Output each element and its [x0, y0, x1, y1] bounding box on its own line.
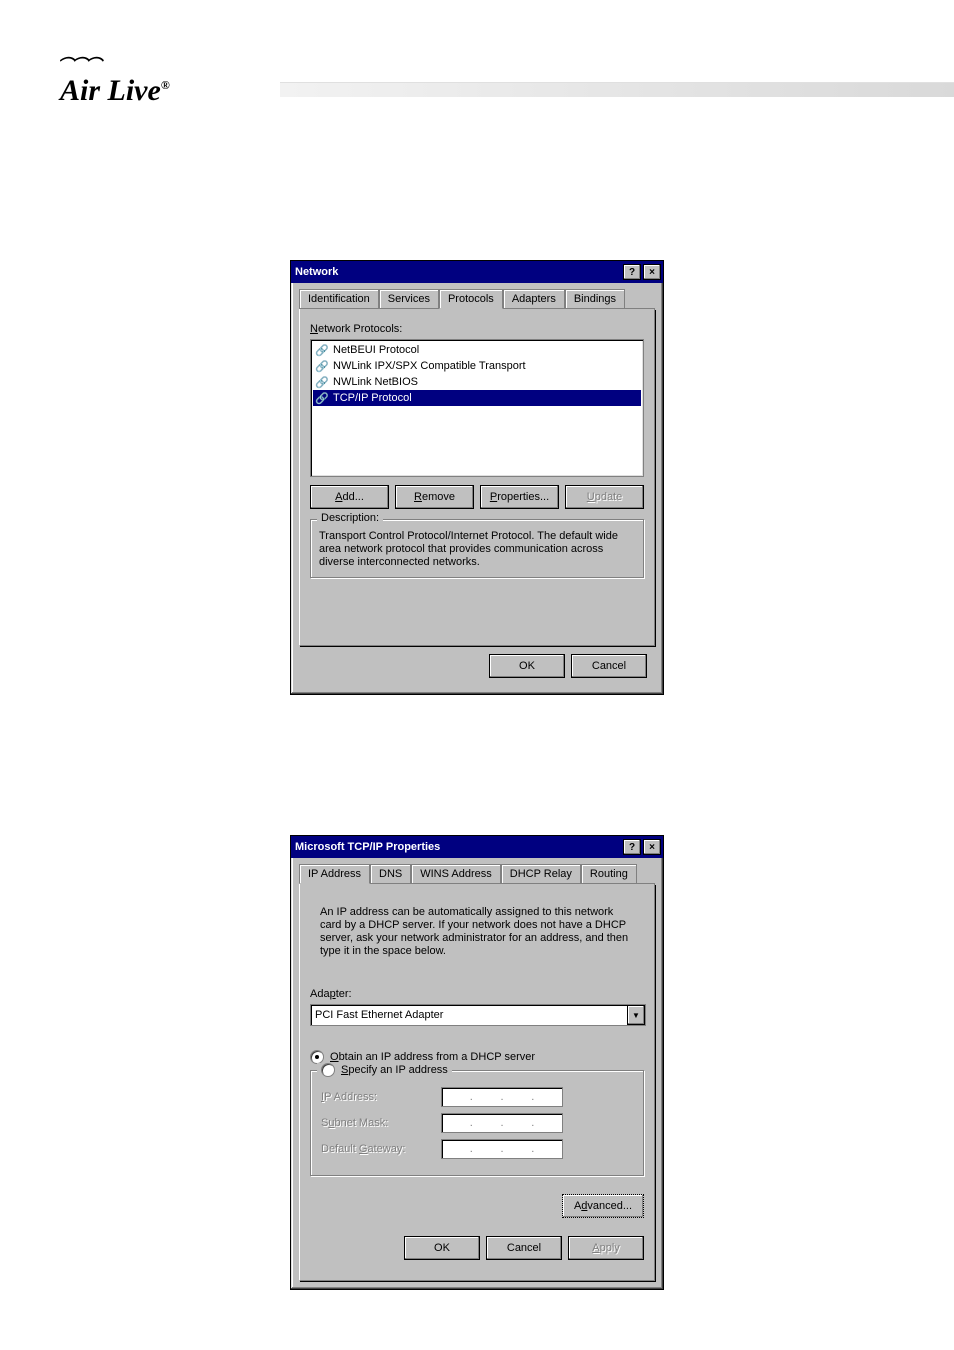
adapter-combo[interactable]: PCI Fast Ethernet Adapter ▼ [310, 1004, 646, 1026]
brand-logo: ︵︵︵ Air Live® [60, 40, 170, 108]
titlebar[interactable]: Network ? × [291, 261, 663, 283]
subnet-mask-input[interactable]: ... [441, 1113, 563, 1133]
protocol-label: NWLink NetBIOS [333, 376, 418, 388]
protocol-icon: 🔗 [315, 375, 329, 389]
list-item[interactable]: 🔗 NWLink NetBIOS [313, 374, 641, 390]
description-group: Description: Transport Control Protocol/… [310, 519, 644, 578]
close-button[interactable]: × [643, 264, 661, 280]
dropdown-arrow-icon[interactable]: ▼ [627, 1005, 645, 1025]
network-dialog: Network ? × Identification Services Prot… [290, 260, 664, 695]
protocol-icon: 🔗 [315, 343, 329, 357]
adapter-label: Adapter: [310, 988, 644, 1000]
radio-icon [321, 1063, 335, 1077]
cancel-button[interactable]: Cancel [486, 1236, 562, 1260]
protocol-label: NWLink IPX/SPX Compatible Transport [333, 360, 526, 372]
page-header: ︵︵︵ Air Live® [0, 0, 954, 120]
list-item[interactable]: 🔗 NWLink IPX/SPX Compatible Transport [313, 358, 641, 374]
tab-panel-protocols: NNetwork Protocols:etwork Protocols: 🔗 N… [299, 309, 655, 646]
ip-address-label: IP Address: [321, 1091, 431, 1103]
wifi-arc-icon: ︵︵︵ [60, 41, 102, 65]
close-button[interactable]: × [643, 839, 661, 855]
ip-address-input[interactable]: ... [441, 1087, 563, 1107]
close-icon: × [649, 842, 655, 853]
adapter-value: PCI Fast Ethernet Adapter [311, 1009, 627, 1021]
tcpip-properties-dialog: Microsoft TCP/IP Properties ? × IP Addre… [290, 835, 664, 1290]
tab-identification[interactable]: Identification [299, 289, 379, 308]
list-item[interactable]: 🔗 TCP/IP Protocol [313, 390, 641, 406]
tabs: Identification Services Protocols Adapte… [299, 289, 655, 309]
list-item[interactable]: 🔗 NetBEUI Protocol [313, 342, 641, 358]
specify-ip-group: Specify an IP address IP Address: ... Su… [310, 1070, 644, 1176]
default-gateway-input[interactable]: ... [441, 1139, 563, 1159]
titlebar[interactable]: Microsoft TCP/IP Properties ? × [291, 836, 663, 858]
info-text: An IP address can be automatically assig… [320, 906, 634, 958]
tab-dns[interactable]: DNS [370, 864, 411, 883]
help-button[interactable]: ? [623, 839, 641, 855]
network-protocols-label: NNetwork Protocols:etwork Protocols: [310, 323, 644, 335]
tab-ip-address[interactable]: IP Address [299, 864, 370, 884]
radio-obtain-dhcp[interactable]: Obtain an IP address from a DHCP server [310, 1050, 644, 1064]
remove-button[interactable]: Remove [395, 485, 474, 509]
subnet-mask-label: Subnet Mask: [321, 1117, 431, 1129]
apply-button: Apply [568, 1236, 644, 1260]
tab-dhcp-relay[interactable]: DHCP Relay [501, 864, 581, 883]
trademark-symbol: ® [161, 78, 170, 92]
protocol-icon: 🔗 [315, 359, 329, 373]
header-rule [280, 82, 954, 97]
protocol-label: NetBEUI Protocol [333, 344, 419, 356]
properties-button[interactable]: Properties... [480, 485, 559, 509]
help-icon: ? [629, 842, 635, 853]
protocol-label: TCP/IP Protocol [333, 392, 412, 404]
help-icon: ? [629, 267, 635, 278]
ok-button[interactable]: OK [404, 1236, 480, 1260]
help-button[interactable]: ? [623, 264, 641, 280]
tab-wins-address[interactable]: WINS Address [411, 864, 501, 883]
add-button[interactable]: Add... [310, 485, 389, 509]
protocol-icon: 🔗 [315, 391, 329, 405]
advanced-button[interactable]: Advanced... [562, 1194, 644, 1218]
default-gateway-label: Default Gateway: [321, 1143, 431, 1155]
tab-bindings[interactable]: Bindings [565, 289, 625, 308]
protocol-listbox[interactable]: 🔗 NetBEUI Protocol 🔗 NWLink IPX/SPX Comp… [310, 339, 644, 477]
tab-protocols[interactable]: Protocols [439, 289, 503, 309]
dialog-title: Microsoft TCP/IP Properties [295, 841, 440, 853]
tabs: IP Address DNS WINS Address DHCP Relay R… [299, 864, 655, 884]
dialog-title: Network [295, 266, 338, 278]
tab-panel-ip-address: An IP address can be automatically assig… [299, 884, 655, 1281]
update-button: Update [565, 485, 644, 509]
radio-icon [310, 1050, 324, 1064]
tab-routing[interactable]: Routing [581, 864, 637, 883]
description-label: Description: [317, 512, 383, 524]
close-icon: × [649, 267, 655, 278]
tab-services[interactable]: Services [379, 289, 439, 308]
cancel-button[interactable]: Cancel [571, 654, 647, 678]
radio-specify-ip[interactable]: Specify an IP address [317, 1063, 452, 1077]
brand-name: Air Live [60, 74, 161, 107]
tab-adapters[interactable]: Adapters [503, 289, 565, 308]
ok-button[interactable]: OK [489, 654, 565, 678]
description-text: Transport Control Protocol/Internet Prot… [319, 530, 635, 569]
